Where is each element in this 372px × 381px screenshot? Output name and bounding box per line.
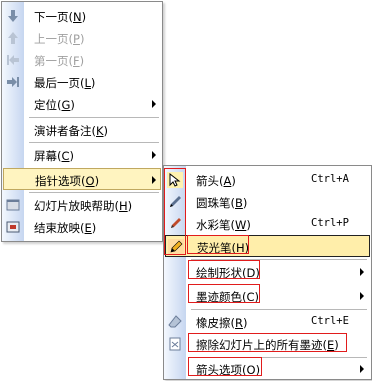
menu-item-label: 上一页(P) (34, 32, 85, 46)
menu-item-screen[interactable]: 屏幕(C) (3, 144, 161, 166)
menu-item-last-slide[interactable]: 最后一页(L) (3, 71, 161, 93)
submenu-arrow-icon (152, 151, 156, 159)
menu-separator (29, 142, 159, 143)
menu-item-label: 定位(G) (34, 98, 75, 112)
eraser-icon (167, 314, 183, 330)
menu-item-label: 指针选项(O) (35, 174, 100, 188)
menu-item-next-slide[interactable]: 下一页(N) (3, 5, 161, 27)
menu-item-label: 屏幕(C) (34, 149, 75, 163)
last-page-icon (5, 74, 21, 90)
menu-item-shortcut: Ctrl+P (311, 217, 349, 229)
help-icon (5, 197, 21, 213)
arrow-down-icon (5, 8, 21, 24)
first-page-icon (5, 52, 21, 68)
menu-item-label: 幻灯片放映帮助(H) (34, 199, 133, 213)
menu-item-felt-tip-pen[interactable]: 水彩笔(W) Ctrl+P (165, 213, 370, 235)
end-show-icon (5, 219, 21, 235)
menu-item-label: 水彩笔(W) (196, 218, 251, 232)
menu-item-label: 最后一页(L) (34, 76, 96, 90)
submenu-arrow-icon (360, 268, 364, 276)
menu-item-label: 箭头(A) (196, 174, 236, 188)
menu-item-previous-slide[interactable]: 上一页(P) (3, 27, 161, 49)
menu-item-shortcut: Ctrl+A (311, 173, 349, 185)
submenu-arrow-icon (152, 100, 156, 108)
menu-item-first-slide[interactable]: 第一页(F) (3, 49, 161, 71)
menu-item-ballpoint-pen[interactable]: 圆珠笔(B) (165, 191, 370, 213)
erase-all-ink-icon (167, 336, 183, 352)
arrow-options-highlight-box (188, 357, 262, 376)
menu-item-label: 演讲者备注(K) (34, 124, 109, 138)
menu-item-arrow[interactable]: 箭头(A) Ctrl+A (165, 169, 370, 191)
menu-item-label: 下一页(N) (34, 10, 87, 24)
menu-item-pointer-options[interactable]: 指针选项(O) (3, 168, 161, 190)
menu-item-label: 第一页(F) (34, 54, 85, 68)
draw-shape-highlight-box (188, 260, 260, 279)
menu-separator (29, 117, 159, 118)
menu-item-end-show[interactable]: 结束放映(E) (3, 216, 161, 238)
menu-item-label: 橡皮擦(R) (196, 316, 248, 330)
erase-all-ink-highlight-box (188, 333, 347, 352)
submenu-arrow-icon (360, 292, 364, 300)
slideshow-context-menu: 下一页(N) 上一页(P) 第一页(F) 最后一页(L) 定位(G) 演讲者备注… (1, 1, 163, 242)
pen-icons-highlight-box (164, 168, 186, 255)
menu-item-go-to[interactable]: 定位(G) (3, 93, 161, 115)
highlighter-highlight-box (187, 235, 249, 254)
arrow-up-icon (5, 30, 21, 46)
menu-item-label: 结束放映(E) (34, 221, 97, 235)
ink-color-highlight-box (188, 284, 260, 303)
menu-item-slideshow-help[interactable]: 幻灯片放映帮助(H) (3, 194, 161, 216)
menu-item-eraser[interactable]: 橡皮擦(R) Ctrl+E (165, 311, 370, 333)
menu-separator (191, 309, 367, 310)
menu-item-label: 圆珠笔(B) (196, 196, 248, 210)
menu-item-shortcut: Ctrl+E (311, 315, 349, 327)
menu-separator (29, 192, 159, 193)
submenu-arrow-icon (152, 176, 156, 184)
menu-item-speaker-notes[interactable]: 演讲者备注(K) (3, 119, 161, 141)
submenu-arrow-icon (360, 365, 364, 373)
